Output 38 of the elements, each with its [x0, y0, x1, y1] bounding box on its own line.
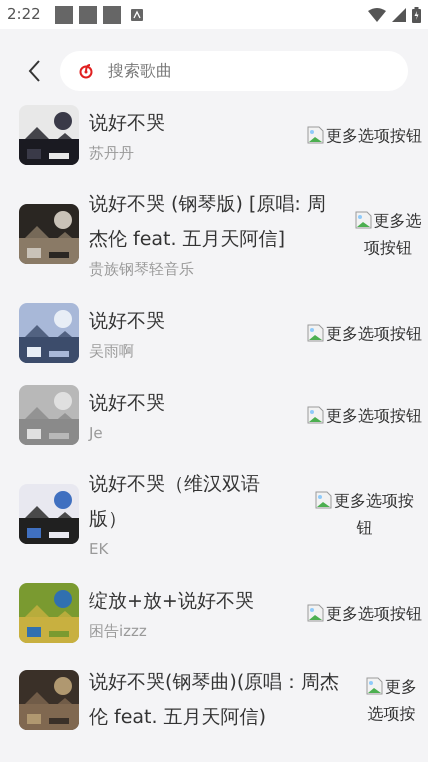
- more-options-button[interactable]: 更多选项按钮: [307, 320, 422, 346]
- broken-image-icon: [307, 126, 325, 144]
- song-title[interactable]: 说好不哭(钢琴曲)(原唱：周杰伦 feat. 五月天阿信): [89, 665, 352, 735]
- more-options-button[interactable]: 更多选项按钮: [307, 122, 422, 148]
- song-artist: 苏丹丹: [89, 142, 135, 164]
- more-options-button[interactable]: 更多选项按: [361, 673, 422, 727]
- wifi-icon: [368, 8, 386, 22]
- keyboard-icon: [130, 8, 143, 20]
- broken-image-icon: [307, 324, 325, 342]
- song-artist: 贵族钢琴轻音乐: [89, 259, 195, 280]
- search-field[interactable]: 搜索歌曲: [60, 51, 408, 91]
- broken-image-icon: [307, 604, 325, 622]
- song-title[interactable]: 说好不哭: [89, 106, 165, 140]
- more-options-button[interactable]: 更多选项按钮: [307, 402, 422, 428]
- notification-icon: [102, 6, 121, 24]
- broken-image-icon: [366, 677, 384, 695]
- broken-image-icon: [354, 211, 373, 229]
- song-artist: 吴雨啊: [89, 340, 135, 362]
- more-options-button[interactable]: 更多选项按钮: [354, 207, 422, 261]
- more-options-button[interactable]: 更多选项按钮: [307, 600, 422, 626]
- battery-icon: [412, 6, 421, 22]
- song-artist: 困告izzz: [89, 620, 148, 642]
- song-artist: EK: [89, 539, 110, 560]
- song-title[interactable]: 说好不哭 (钢琴版) [原唱: 周杰伦 feat. 五月天阿信]: [89, 187, 344, 257]
- status-time: 2:22: [7, 4, 41, 26]
- song-artist: Je: [89, 422, 104, 444]
- broken-image-icon: [315, 491, 334, 509]
- more-options-button[interactable]: 更多选项按钮: [307, 487, 422, 541]
- song-title[interactable]: 说好不哭: [89, 386, 165, 420]
- signal-icon: [392, 8, 406, 22]
- song-title[interactable]: 说好不哭（维汉双语版）: [89, 467, 298, 537]
- notification-icon: [78, 6, 97, 24]
- song-title[interactable]: 说好不哭: [89, 304, 165, 338]
- song-title[interactable]: 绽放+放+说好不哭: [89, 584, 254, 618]
- notification-icon: [54, 6, 73, 24]
- broken-image-icon: [307, 406, 325, 424]
- music-logo-icon: [78, 63, 94, 79]
- search-input[interactable]: 搜索歌曲: [108, 59, 390, 83]
